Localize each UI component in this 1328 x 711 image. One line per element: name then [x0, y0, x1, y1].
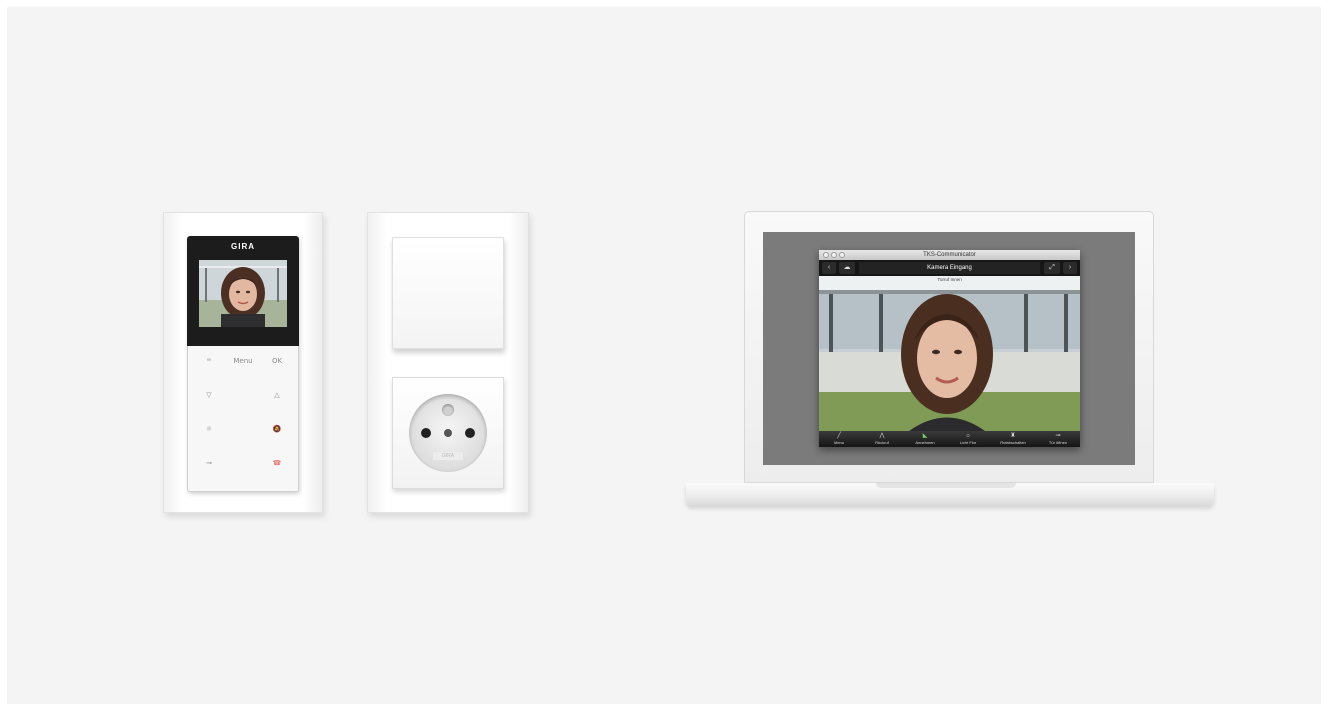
- socket-shutter: [442, 404, 454, 416]
- previous-camera-button[interactable]: ‹: [822, 262, 836, 274]
- callback-icon: ⋀: [879, 433, 885, 439]
- action-label: Rückruf: [875, 440, 889, 445]
- action-label: Menu: [833, 440, 844, 445]
- video-label: Türruf Innen: [937, 277, 962, 282]
- hall-light-action[interactable]: ☼ Licht Flur: [950, 432, 986, 446]
- open-door-action[interactable]: ⊸ Tür öffnen: [1040, 432, 1076, 446]
- product-scene: GIRA ꟹ Menu OK ▽ △ ☼ 🔕 ⊸ ☎ GIRA TKS-Comm…: [7, 7, 1321, 704]
- accept-call-action[interactable]: ◣ Annehmen: [907, 432, 943, 446]
- action-label: Annehmen: [915, 440, 935, 445]
- mute-call-action[interactable]: ♜ Rufabschalten: [995, 432, 1031, 446]
- intercom-display-head: GIRA: [187, 236, 299, 346]
- intercom-frame: GIRA ꟹ Menu OK ▽ △ ☼ 🔕 ⊸ ☎: [163, 212, 323, 513]
- action-label: Tür öffnen: [1048, 440, 1068, 445]
- action-label: Licht Flur: [959, 440, 977, 445]
- light-switch-rocker[interactable]: [392, 237, 504, 349]
- cloud-icon[interactable]: ☁: [839, 262, 855, 274]
- app-action-bar: ╱ Menu ⋀ Rückruf ◣ Annehmen ☼ Licht Flur: [819, 431, 1080, 447]
- visitor-face-image: [199, 260, 287, 327]
- intercom-keypad: ꟹ Menu OK ▽ △ ☼ 🔕 ⊸ ☎: [187, 346, 299, 492]
- laptop-lid: TKS-Communicator ‹ ☁ Kamera Eingang ⤢ ›: [744, 211, 1154, 483]
- socket-hole-left: [421, 428, 431, 438]
- socket-hole-right: [465, 428, 475, 438]
- intercom-ok-key[interactable]: OK: [259, 352, 295, 370]
- hangup-phone-icon[interactable]: ☎: [259, 454, 295, 472]
- communicator-app-window: TKS-Communicator ‹ ☁ Kamera Eingang ⤢ ›: [819, 250, 1080, 447]
- menu-action[interactable]: ╱ Menu: [821, 432, 857, 446]
- power-socket: GIRA: [392, 377, 504, 489]
- laptop-base: [686, 483, 1214, 505]
- laptop-notch: [876, 483, 1016, 488]
- light-icon[interactable]: ☼: [191, 420, 227, 438]
- menu-icon: ╱: [837, 433, 841, 439]
- light-icon: ☼: [965, 433, 971, 439]
- camera-name: Kamera Eingang: [859, 262, 1040, 274]
- door-key-icon[interactable]: ⊸: [191, 454, 227, 472]
- laptop-display: TKS-Communicator ‹ ☁ Kamera Eingang ⤢ ›: [763, 232, 1135, 465]
- socket-center-icon: [444, 429, 452, 437]
- app-title: TKS-Communicator: [923, 252, 976, 258]
- camera-video-feed: Türruf Innen: [819, 276, 1080, 431]
- door-key-icon: ⊸: [1055, 433, 1061, 439]
- video-intercom: GIRA ꟹ Menu OK ▽ △ ☼ 🔕 ⊸ ☎: [187, 236, 299, 492]
- accept-call-icon: ◣: [922, 433, 928, 439]
- callback-action[interactable]: ⋀ Rückruf: [864, 432, 900, 446]
- brand-logo: GIRA: [231, 242, 255, 251]
- app-toolbar: ‹ ☁ Kamera Eingang ⤢ ›: [819, 260, 1080, 276]
- intercom-menu-key[interactable]: Menu: [225, 352, 261, 370]
- mute-bell-icon[interactable]: 🔕: [259, 420, 295, 438]
- socket-outlet: GIRA: [409, 394, 487, 472]
- mute-icon: ♜: [1010, 433, 1016, 439]
- intercom-key-top-left[interactable]: ꟹ: [191, 352, 227, 370]
- action-label: Rufabschalten: [1000, 440, 1026, 445]
- switch-socket-frame: GIRA: [367, 212, 529, 513]
- app-titlebar: TKS-Communicator: [819, 250, 1080, 260]
- socket-brand-label: GIRA: [433, 452, 463, 460]
- next-camera-button[interactable]: ›: [1063, 262, 1077, 274]
- arrow-up-icon[interactable]: △: [259, 386, 295, 404]
- intercom-video-screen: [199, 260, 287, 327]
- expand-icon[interactable]: ⤢: [1044, 262, 1060, 274]
- arrow-down-icon[interactable]: ▽: [191, 386, 227, 404]
- visitor-video-image: [819, 276, 1080, 431]
